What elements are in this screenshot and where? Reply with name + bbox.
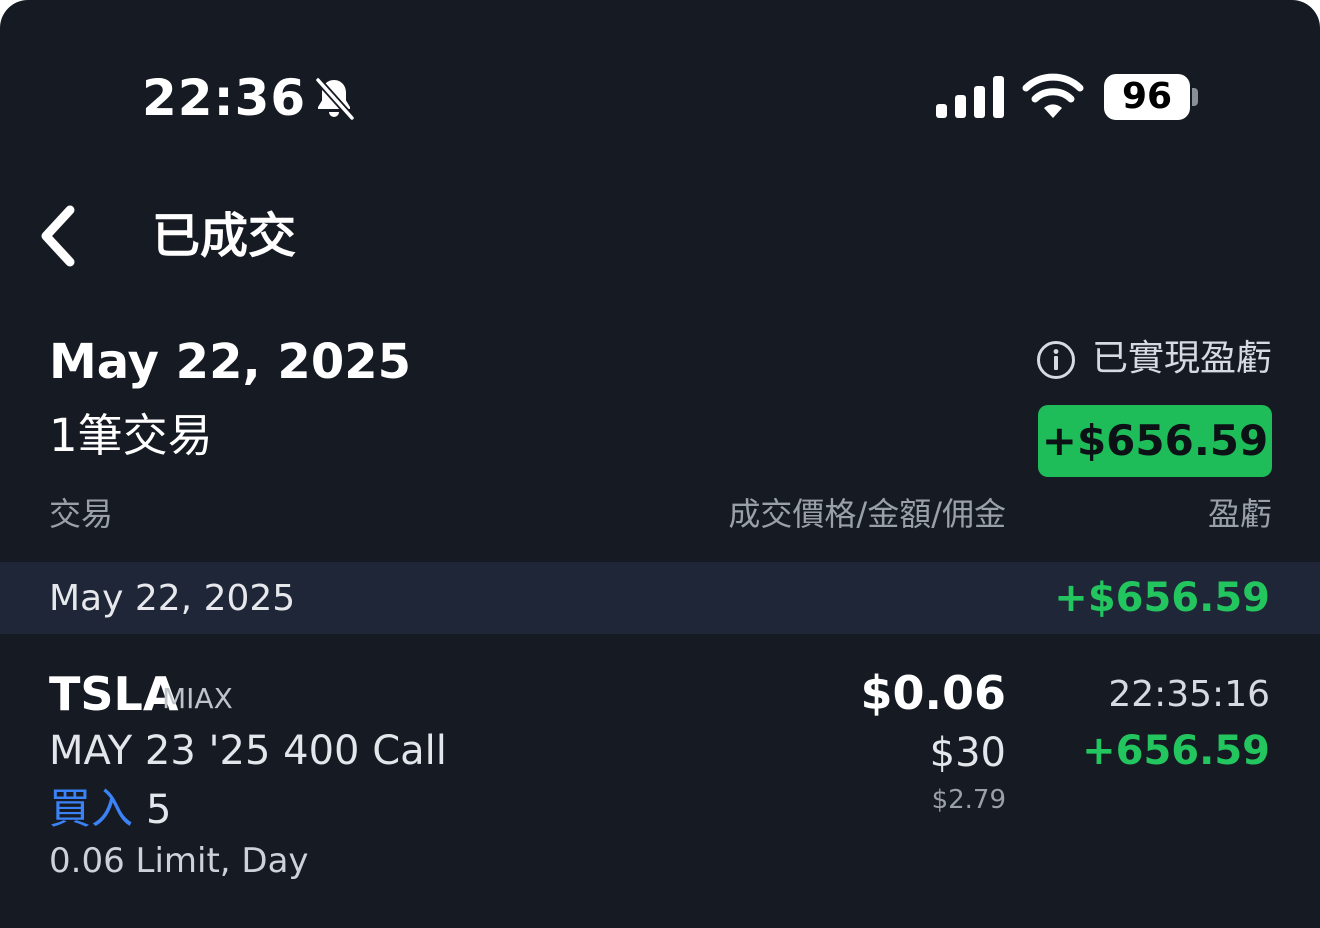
trade-side: 買入 [49,784,134,833]
group-pnl: +$656.59 [1054,575,1270,621]
trade-time: 22:35:16 [1108,674,1270,715]
trade-count: 1筆交易 [49,409,213,462]
trade-price: $0.06 [860,666,1006,720]
chevron-left-icon[interactable] [34,204,84,268]
page-title: 已成交 [152,208,297,264]
trade-commission: $2.79 [931,785,1006,815]
column-header-trade: 交易 [49,495,114,533]
trade-order-type: 0.06 Limit, Day [49,841,309,881]
trade-exchange: MIAX [162,682,233,715]
column-header-pnl: 盈虧 [1207,495,1272,533]
wifi-icon [1022,73,1084,118]
trade-symbol: TSLA [49,667,179,721]
screen: 22:36 96 已成交 May 22, 2025 1筆交易 已實現盈虧 +$6… [0,0,1320,928]
trade-quantity: 5 [146,787,172,833]
trade-pnl: +656.59 [1082,728,1270,774]
group-date: May 22, 2025 [49,578,296,619]
battery-cap [1192,88,1198,106]
realized-pnl-label: 已實現盈虧 [1091,338,1272,379]
trade-contract: MAY 23 '25 400 Call [49,728,447,774]
status-time: 22:36 [142,69,307,127]
summary-date: May 22, 2025 [49,334,412,390]
realized-pnl-badge: +$656.59 [1038,405,1272,477]
battery-icon: 96 [1104,74,1190,120]
bell-slash-icon [315,77,355,121]
cellular-signal-icon [936,76,1004,118]
column-header-price: 成交價格/金額/佣金 [728,495,1006,533]
trade-amount: $30 [929,730,1006,776]
info-icon[interactable] [1036,340,1076,380]
